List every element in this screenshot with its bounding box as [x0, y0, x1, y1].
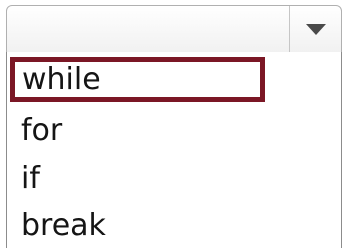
- keyword-combo-box[interactable]: [6, 5, 342, 53]
- chevron-down-icon: [305, 24, 326, 35]
- dropdown-button[interactable]: [289, 6, 341, 52]
- combo-box-widget: while for if break: [0, 0, 347, 248]
- combo-selected-value[interactable]: [7, 6, 287, 52]
- option-for[interactable]: for: [11, 109, 62, 153]
- option-break[interactable]: break: [11, 204, 106, 248]
- dropdown-list: while for if break: [6, 52, 342, 248]
- option-if[interactable]: if: [11, 157, 40, 201]
- option-while[interactable]: while: [10, 57, 265, 102]
